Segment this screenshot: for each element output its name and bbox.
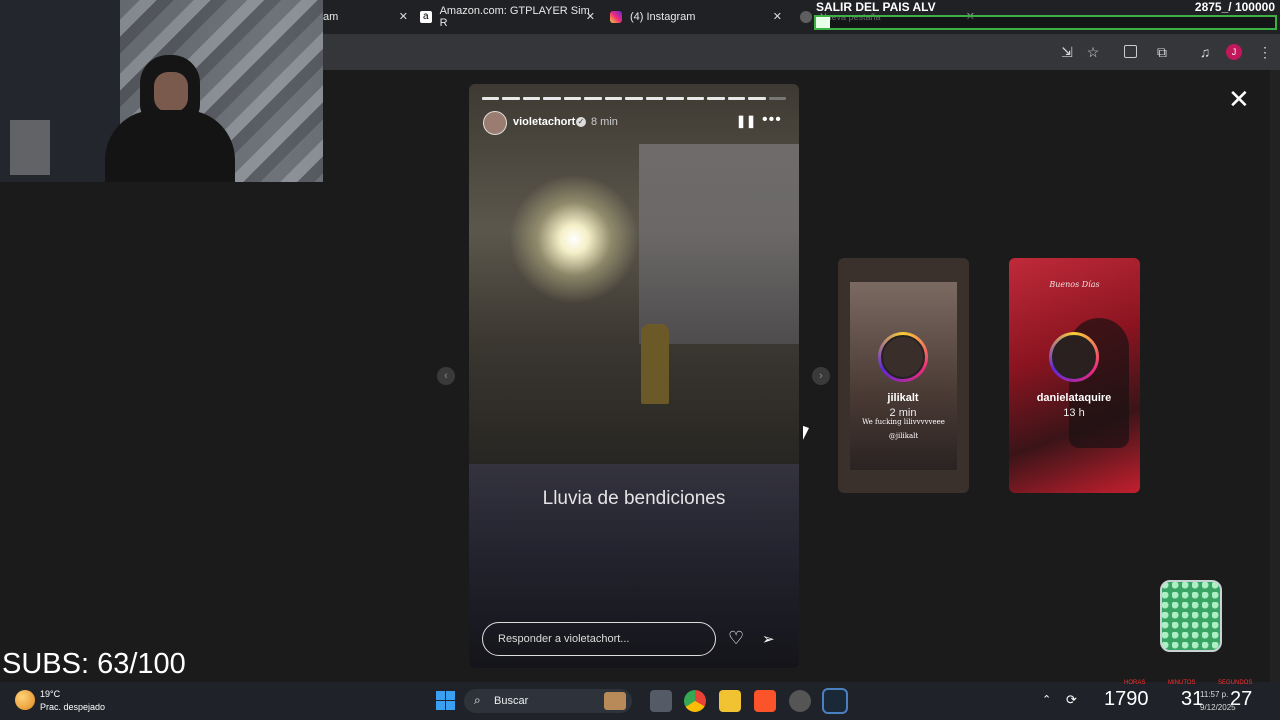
close-icon[interactable]: ✕	[1228, 86, 1250, 112]
preview-tag: @jilikalt	[888, 432, 919, 440]
search-label: Buscar	[494, 695, 529, 707]
seconds-label: SEGUNDOS	[1218, 680, 1253, 686]
tab-close-icon[interactable]: ✕	[586, 10, 595, 23]
profile-avatar[interactable]: J	[1226, 44, 1242, 60]
subs-counter: SUBS: 63/100	[2, 648, 186, 680]
browser-tab-instagram[interactable]: (4) Instagram ✕	[610, 4, 782, 30]
taskbar-search[interactable]: ⌕ Buscar	[464, 689, 632, 713]
side-story-username: danielataquire	[1036, 392, 1112, 404]
jar-widget	[1160, 580, 1222, 652]
clock-time[interactable]: 11:57 p.	[1200, 690, 1228, 699]
task-view-icon[interactable]	[650, 690, 672, 712]
settings-gear-icon[interactable]	[789, 690, 811, 712]
tray-chevron-icon[interactable]: ⌃	[1042, 693, 1051, 706]
preview-text: We fucking lilivvvvveee	[862, 418, 945, 426]
pause-icon[interactable]: ❚❚	[736, 114, 756, 128]
browser-tab[interactable]: a Amazon.com: GTPLAYER Sim R ✕	[420, 4, 595, 30]
clock-date[interactable]: 9/12/2025	[1200, 703, 1236, 712]
story-progress-bar	[482, 97, 787, 100]
person-face	[154, 72, 188, 112]
brave-browser-icon[interactable]	[754, 690, 776, 712]
tab-close-icon[interactable]: ✕	[399, 10, 408, 23]
sync-icon[interactable]: ⟳	[1066, 692, 1077, 708]
goal-count: 2875_/ 100000	[1194, 0, 1275, 14]
side-story-card-jilikalt[interactable]: We fucking lilivvvvveee @jilikalt jilika…	[838, 258, 969, 493]
story-username[interactable]: violetachort	[513, 116, 575, 128]
windows-taskbar	[0, 682, 1280, 720]
story-avatar[interactable]	[483, 111, 507, 135]
menu-icon[interactable]: ⋮	[1257, 44, 1273, 60]
hours-counter: 1790	[1104, 688, 1149, 710]
fire-hydrant	[641, 324, 669, 404]
search-highlight-icon	[604, 692, 626, 710]
like-heart-icon[interactable]: ♡	[728, 628, 744, 649]
hours-label: HORAS	[1124, 680, 1146, 686]
side-story-username: jilikalt	[887, 392, 919, 404]
side-story-card-danielataquire[interactable]: Buenos Días danielataquire 13 h	[1009, 258, 1140, 493]
extensions-icon[interactable]: ⧉	[1154, 44, 1170, 60]
weather-temp[interactable]: 19°C	[40, 689, 60, 699]
media-control-icon[interactable]: ♫	[1197, 44, 1213, 60]
street-light	[509, 174, 639, 304]
share-send-icon[interactable]: ➢	[762, 630, 775, 648]
story-time: 8 min	[591, 116, 618, 128]
scrollbar[interactable]	[1270, 70, 1280, 682]
search-icon: ⌕	[474, 693, 481, 707]
bookmark-star-icon[interactable]: ☆	[1085, 44, 1101, 60]
amazon-icon: a	[420, 11, 432, 23]
goal-progress-bar	[814, 15, 1277, 30]
person-body	[105, 110, 235, 182]
chrome-icon	[800, 11, 812, 23]
webcam-overlay	[0, 0, 323, 182]
preview-text: Buenos Días	[1049, 280, 1100, 289]
reply-input[interactable]: Responder a violetachort...	[482, 622, 716, 656]
story-avatar-ring	[878, 332, 928, 382]
weather-desc[interactable]: Prac. despejado	[40, 702, 105, 712]
story-viewer[interactable]	[469, 84, 799, 668]
windows-start-icon[interactable]	[436, 691, 455, 710]
reply-placeholder: Responder a violetachort...	[498, 633, 630, 645]
story-avatar-ring	[1049, 332, 1099, 382]
verified-badge-icon: ✓	[576, 117, 586, 127]
previous-story-button[interactable]: ‹	[437, 367, 455, 385]
side-story-time: 13 h	[1063, 407, 1085, 419]
building-wall	[639, 144, 799, 344]
goal-progress-fill	[816, 17, 830, 28]
browser-tab[interactable]: am ✕	[323, 4, 408, 30]
goal-title: SALIR DEL PAIS ALV	[816, 0, 936, 14]
chrome-taskbar-icon[interactable]	[684, 690, 706, 712]
next-story-button[interactable]: ›	[812, 367, 830, 385]
room-object	[10, 120, 50, 175]
tab-close-icon[interactable]: ✕	[773, 10, 782, 23]
story-caption: Lluvia de bendiciones	[542, 488, 726, 509]
side-story-time: 2 min	[889, 407, 917, 419]
install-icon[interactable]: ⇲	[1059, 44, 1075, 60]
tab-label: am	[323, 11, 339, 23]
weather-moon-icon[interactable]	[15, 690, 35, 710]
file-explorer-icon[interactable]	[719, 690, 741, 712]
instagram-icon	[610, 11, 622, 23]
minutes-label: MINUTOS	[1168, 680, 1196, 686]
tab-label: Amazon.com: GTPLAYER Sim R	[439, 5, 590, 29]
more-options-icon[interactable]: •••	[762, 111, 782, 129]
steam-icon[interactable]	[822, 688, 848, 714]
tab-label: (4) Instagram	[630, 11, 696, 23]
picture-in-picture-icon[interactable]	[1124, 45, 1137, 58]
